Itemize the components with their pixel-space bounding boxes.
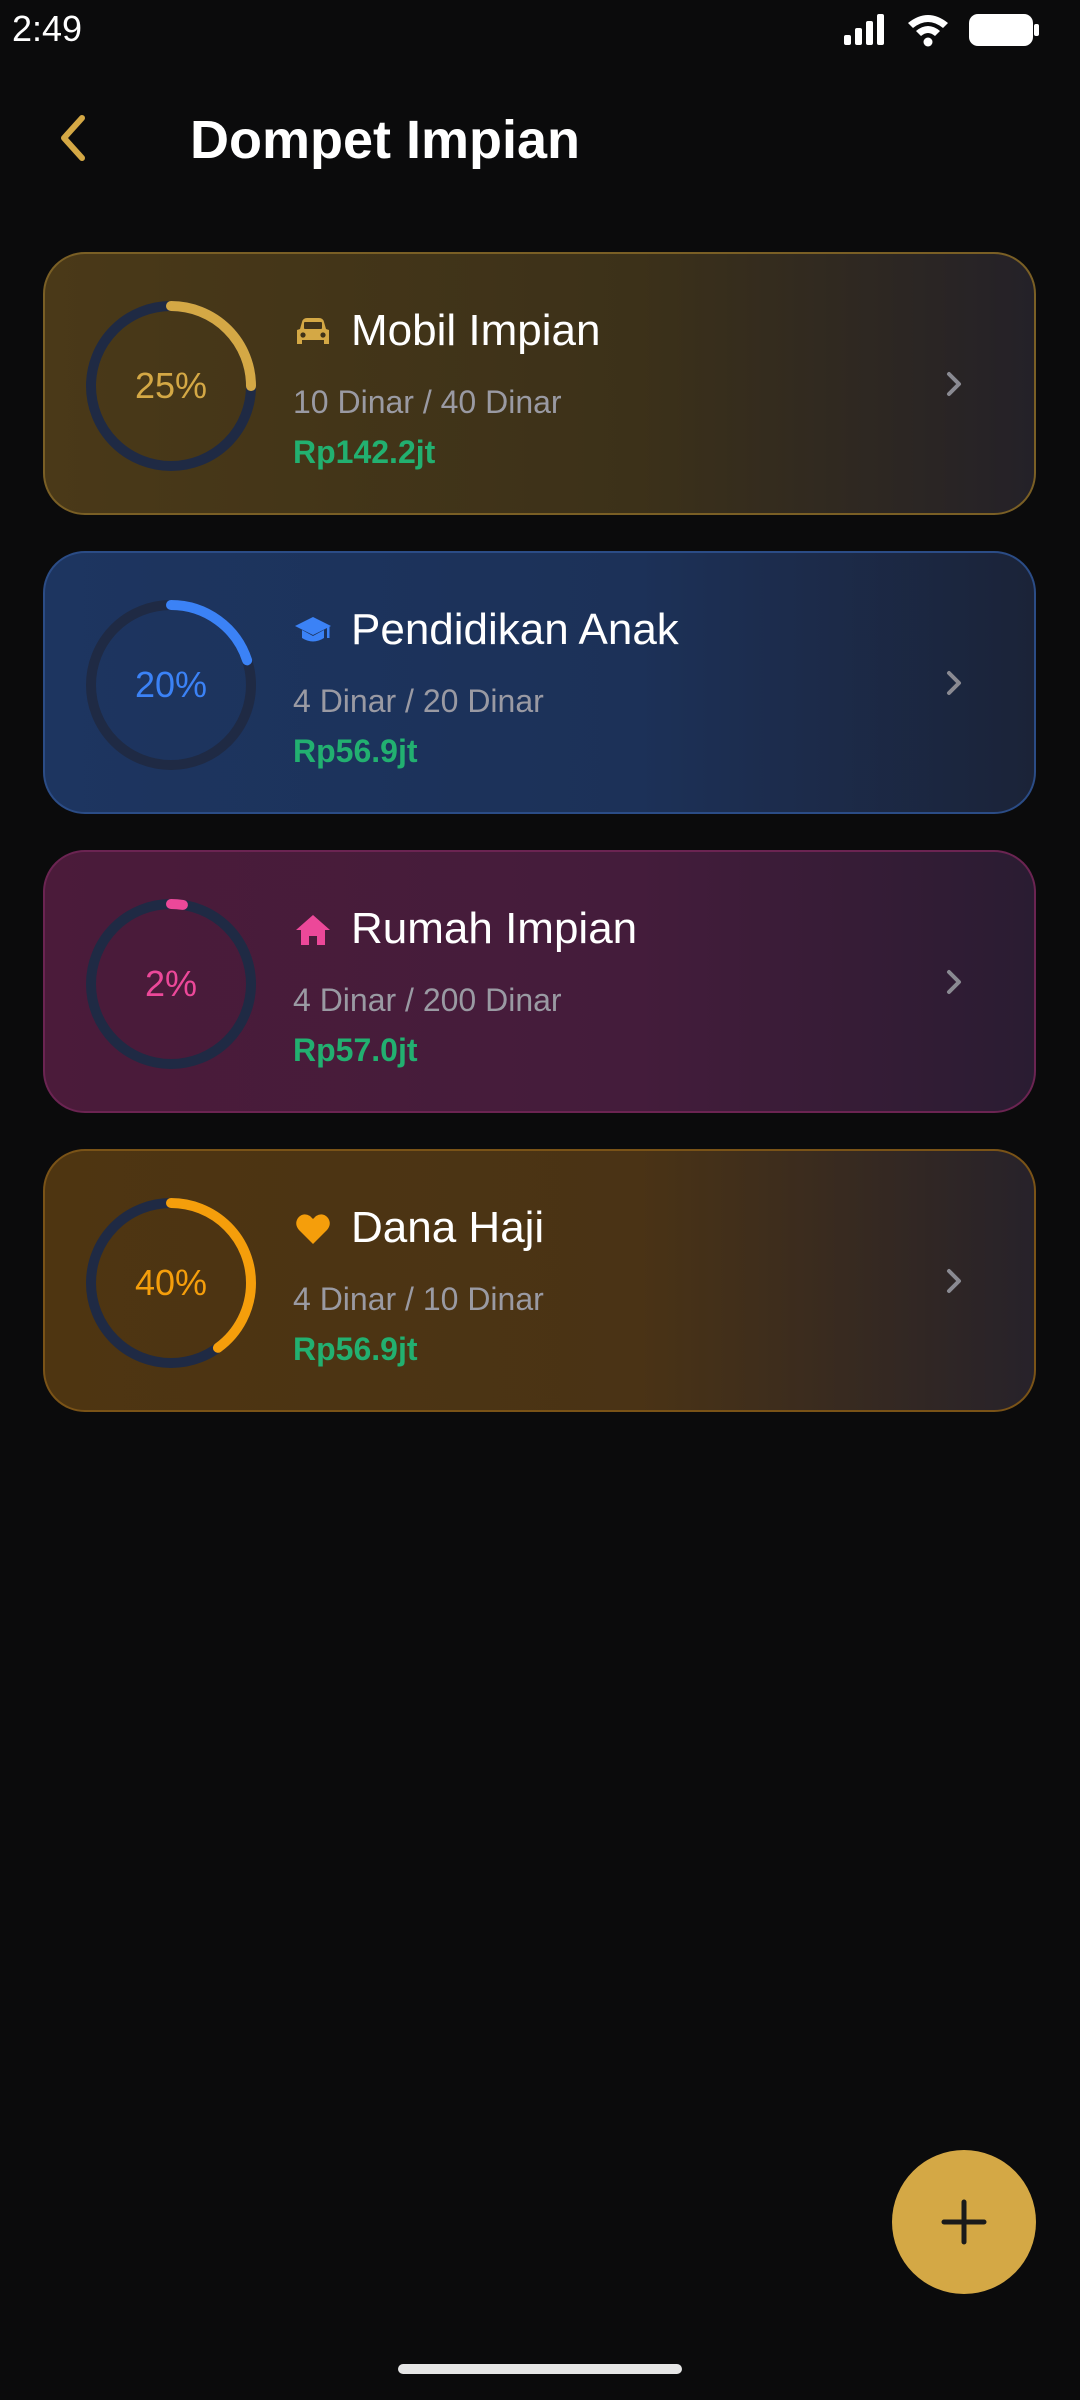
chevron-right-icon <box>947 970 961 994</box>
goal-title: Dana Haji <box>351 1203 545 1252</box>
goal-title: Rumah Impian <box>351 904 638 953</box>
status-time: 2:49 <box>12 8 83 49</box>
house-icon <box>296 915 330 945</box>
plus-icon <box>941 2199 987 2245</box>
goal-amount: Rp57.0jt <box>293 1032 418 1068</box>
progress-ring: 2% <box>83 896 259 1072</box>
progress-ring: 40% <box>83 1195 259 1371</box>
progress-percent: 40% <box>134 1262 208 1303</box>
app-header: Dompet Impian <box>0 90 1080 190</box>
chevron-right-icon <box>947 671 961 695</box>
chevron-left-icon <box>61 115 85 161</box>
page-title: Dompet Impian <box>190 110 581 170</box>
goal-progress-text: 10 Dinar / 40 Dinar <box>293 384 562 420</box>
goal-amount: Rp56.9jt <box>293 733 418 769</box>
goal-amount: Rp142.2jt <box>293 434 436 470</box>
wifi-icon <box>908 15 948 47</box>
goal-title: Mobil Impian <box>351 306 601 355</box>
back-button[interactable] <box>44 108 104 168</box>
goal-card-mobil-impian[interactable]: 25% Mobil Impian 10 Dinar / 40 Dinar Rp1… <box>43 252 1036 515</box>
goal-amount: Rp56.9jt <box>293 1331 418 1367</box>
goal-card-rumah-impian[interactable]: 2% Rumah Impian 4 Dinar / 200 Dinar Rp57… <box>43 850 1036 1113</box>
battery-icon <box>969 14 1039 46</box>
chevron-right-icon <box>947 372 961 396</box>
home-indicator <box>398 2364 682 2374</box>
signal-icon <box>844 14 884 45</box>
goal-card-dana-haji[interactable]: 40% Dana Haji 4 Dinar / 10 Dinar Rp56.9j… <box>43 1149 1036 1412</box>
progress-percent: 20% <box>134 664 208 705</box>
progress-percent: 25% <box>134 365 208 406</box>
status-bar: 2:49 <box>0 0 1080 60</box>
goal-progress-text: 4 Dinar / 20 Dinar <box>293 683 544 719</box>
heart-icon <box>296 1214 330 1244</box>
goal-progress-text: 4 Dinar / 200 Dinar <box>293 982 562 1018</box>
status-icons <box>842 10 1040 50</box>
goal-progress-text: 4 Dinar / 10 Dinar <box>293 1281 544 1317</box>
chevron-right-icon <box>947 1269 961 1293</box>
goal-title: Pendidikan Anak <box>351 605 679 654</box>
graduation-cap-icon <box>295 617 331 642</box>
progress-ring: 20% <box>83 597 259 773</box>
goal-card-pendidikan-anak[interactable]: 20% Pendidikan Anak 4 Dinar / 20 Dinar R… <box>43 551 1036 814</box>
add-goal-button[interactable] <box>892 2150 1036 2294</box>
car-icon <box>297 318 329 344</box>
progress-ring: 25% <box>83 298 259 474</box>
progress-percent: 2% <box>144 963 198 1004</box>
